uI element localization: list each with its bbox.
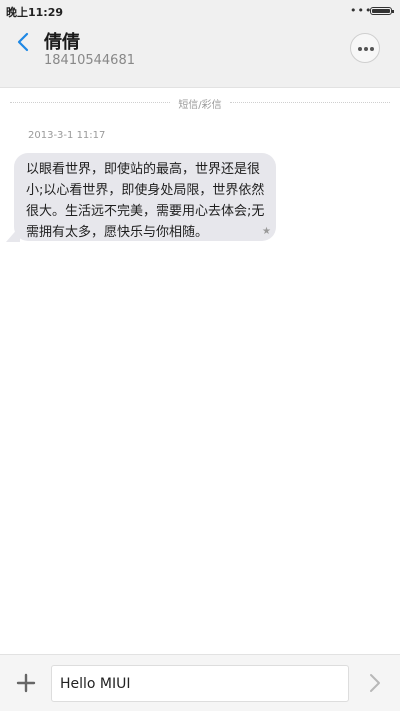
- divider-label: 短信/彩信: [178, 100, 222, 111]
- conversation-header: 倩倩 18410544681: [0, 22, 400, 88]
- message-text: 以眼看世界，即使站的最高，世界还是很小;以心看世界，即使身处局限，世界依然很大。…: [26, 162, 265, 240]
- contact-name: 倩倩: [44, 32, 80, 53]
- more-icon: [370, 47, 374, 51]
- more-icon: [364, 47, 368, 51]
- contact-number: 18410544681: [44, 53, 135, 68]
- message-timestamp: 2013-3-1 11:17: [28, 130, 106, 141]
- message-bubble[interactable]: 以眼看世界，即使站的最高，世界还是很小;以心看世界，即使身处局限，世界依然很大。…: [14, 153, 276, 241]
- message-input[interactable]: [51, 665, 349, 702]
- status-time: 晚上11:29: [6, 6, 64, 19]
- sms-conversation-screen: 晚上11:29 ••• 倩倩 18410544681 短信/彩信 2013-3-…: [0, 0, 400, 711]
- divider-line: [230, 102, 390, 103]
- more-button[interactable]: [350, 33, 380, 63]
- sms-mms-divider: 短信/彩信: [10, 96, 390, 111]
- divider-line: [10, 102, 170, 103]
- more-icon: [358, 47, 362, 51]
- composer-bar: [0, 654, 400, 711]
- chevron-left-icon[interactable]: [14, 32, 34, 52]
- star-icon: ★: [262, 226, 271, 237]
- battery-icon: [370, 7, 394, 15]
- plus-icon[interactable]: [16, 673, 36, 693]
- chevron-right-icon[interactable]: [365, 673, 385, 693]
- status-bar: 晚上11:29 •••: [0, 0, 400, 22]
